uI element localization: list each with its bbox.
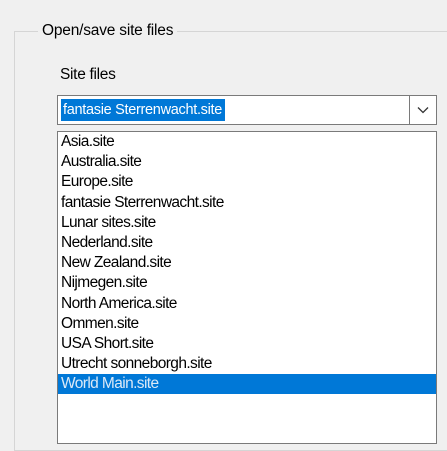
list-item[interactable]: North America.site bbox=[58, 294, 436, 314]
list-item[interactable]: USA Short.site bbox=[58, 334, 436, 354]
dropdown-arrow-button[interactable] bbox=[409, 96, 436, 124]
group-title: Open/save site files bbox=[38, 22, 178, 40]
list-item[interactable]: New Zealand.site bbox=[58, 253, 436, 273]
list-item[interactable]: Utrecht sonneborgh.site bbox=[58, 354, 436, 374]
list-item[interactable]: Lunar sites.site bbox=[58, 213, 436, 233]
list-item[interactable]: Ommen.site bbox=[58, 314, 436, 334]
list-item[interactable]: Nederland.site bbox=[58, 233, 436, 253]
list-item[interactable]: Europe.site bbox=[58, 172, 436, 192]
list-item[interactable]: Australia.site bbox=[58, 152, 436, 172]
list-item-highlighted[interactable]: World Main.site bbox=[58, 374, 436, 395]
site-files-label: Site files bbox=[60, 66, 116, 83]
site-files-combobox[interactable]: fantasie Sterrenwacht.site bbox=[57, 95, 437, 125]
list-item[interactable]: Nijmegen.site bbox=[58, 273, 436, 293]
site-files-dropdown-list[interactable]: Asia.site Australia.site Europe.site fan… bbox=[57, 131, 437, 444]
list-item[interactable]: fantasie Sterrenwacht.site bbox=[58, 193, 436, 213]
site-files-selected-value[interactable]: fantasie Sterrenwacht.site bbox=[61, 99, 226, 121]
list-item[interactable]: Asia.site bbox=[58, 132, 436, 152]
chevron-down-icon bbox=[417, 107, 429, 114]
